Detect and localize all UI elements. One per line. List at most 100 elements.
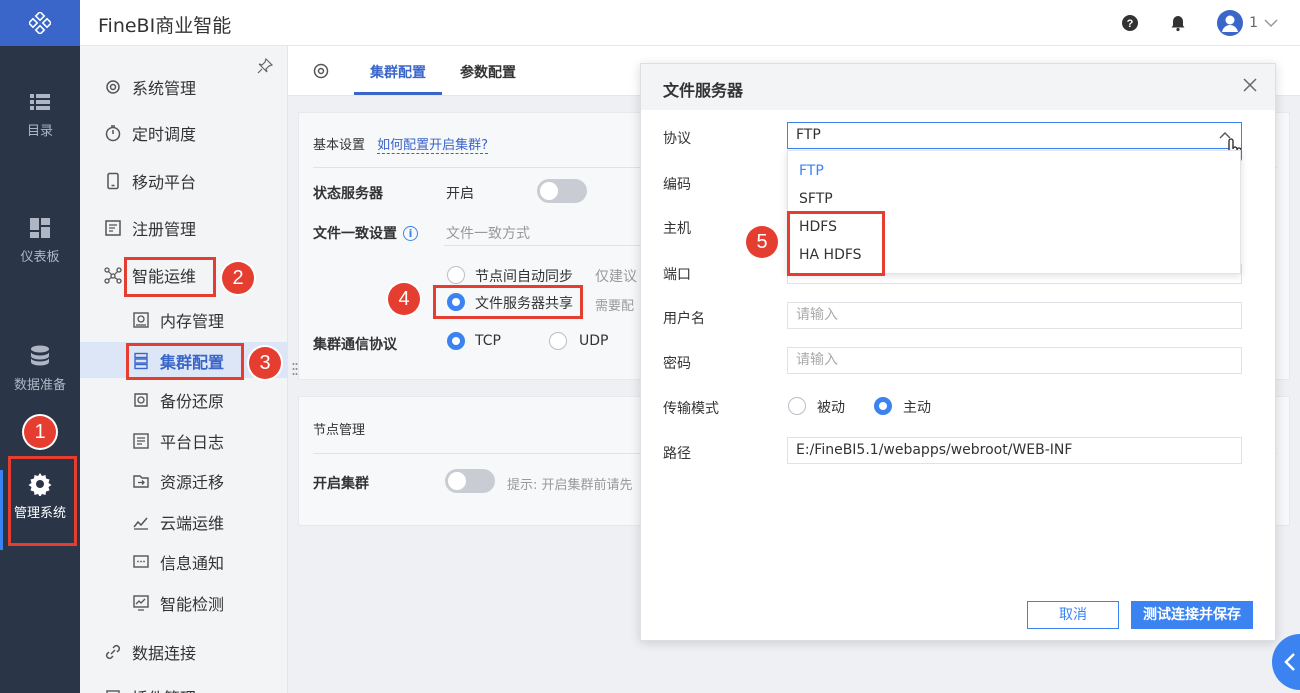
menu-item-backup[interactable]: 备份还原 [132, 385, 224, 415]
annotation-box-file-server [433, 285, 583, 319]
svg-text:?: ? [1127, 18, 1134, 30]
menu-item-schedule[interactable]: 定时调度 [104, 118, 196, 148]
enable-cluster-hint: 提示: 开启集群前请先 [507, 478, 633, 493]
annotation-marker-5: 5 [746, 226, 778, 258]
status-server-value: 开启 [446, 186, 474, 202]
annotation-marker-2: 2 [222, 262, 254, 294]
password-field-label: 密码 [663, 356, 691, 372]
rail-item-catalog[interactable]: 目录 [0, 90, 80, 139]
user-count: 1 [1249, 15, 1258, 31]
file-server-note: 需要配 [595, 299, 635, 314]
menu-item-cloud-ops[interactable]: 云端运维 [132, 507, 224, 537]
menu-item-label: 资源迁移 [160, 473, 225, 492]
drag-handle-icon[interactable] [292, 362, 298, 376]
path-input[interactable]: E:/FineBI5.1/webapps/webroot/WEB-INF [787, 437, 1242, 464]
username-input[interactable]: 请输入 [787, 302, 1242, 329]
menu-item-data-connection[interactable]: 数据连接 [104, 637, 196, 667]
test-and-save-button[interactable]: 测试连接并保存 [1131, 601, 1253, 629]
annotation-box-smart-ops [124, 257, 216, 297]
cancel-button[interactable]: 取消 [1027, 601, 1119, 629]
annotation-marker-4: 4 [388, 283, 420, 315]
rail-item-label: 数据准备 [13, 378, 66, 393]
rail-item-dashboard[interactable]: 仪表板 [0, 216, 80, 265]
menu-item-notify[interactable]: 信息通知 [132, 547, 224, 577]
help-link[interactable]: 如何配置开启集群? [377, 138, 489, 154]
password-input[interactable]: 请输入 [787, 347, 1242, 374]
path-field-label: 路径 [663, 446, 691, 462]
active-label: 主动 [903, 400, 931, 416]
protocol-option-ftp[interactable]: FTP [799, 163, 824, 179]
port-field-label: 端口 [663, 267, 691, 283]
udp-radio[interactable] [549, 332, 567, 350]
mode-underline [444, 245, 644, 246]
menu-item-migrate[interactable]: 资源迁移 [132, 466, 224, 496]
protocol-select-value: FTP [796, 127, 821, 143]
menu-item-label: 云端运维 [160, 514, 225, 533]
tcp-label: TCP [475, 333, 501, 349]
menu-item-system[interactable]: 系统管理 [104, 72, 196, 102]
basic-settings-heading: 基本设置 [313, 138, 366, 153]
menu-item-logs[interactable]: 平台日志 [132, 426, 224, 456]
settings-icon[interactable] [312, 62, 330, 80]
transfer-mode-label: 传输模式 [663, 401, 719, 417]
protocol-option-sftp[interactable]: SFTP [799, 191, 833, 207]
node-management-heading: 节点管理 [313, 423, 366, 438]
tab-parameter-config[interactable]: 参数配置 [460, 62, 516, 82]
top-icons: ? 1 [1121, 10, 1278, 36]
auto-sync-radio[interactable] [447, 266, 465, 284]
user-menu[interactable]: 1 [1217, 10, 1278, 36]
tab-cluster-config[interactable]: 集群配置 [370, 62, 426, 82]
link-icon [105, 644, 121, 660]
close-icon[interactable] [1243, 78, 1257, 92]
menu-item-label: 注册管理 [132, 220, 197, 239]
bell-icon[interactable] [1169, 14, 1187, 32]
register-icon [105, 220, 121, 236]
backup-icon [134, 393, 148, 407]
log-icon [133, 433, 149, 449]
protocol-select[interactable]: FTP [787, 122, 1242, 149]
dashboard-icon [30, 218, 50, 238]
enable-cluster-toggle[interactable] [445, 469, 495, 493]
udp-label: UDP [579, 333, 609, 349]
tcp-radio[interactable] [447, 332, 465, 350]
database-icon [31, 345, 49, 366]
network-icon [104, 267, 122, 284]
menu-item-label: 信息通知 [160, 554, 225, 573]
rail-item-data-prep[interactable]: 数据准备 [0, 344, 80, 393]
enable-cluster-label: 开启集群 [313, 476, 369, 492]
menu-item-label: 系统管理 [132, 79, 197, 98]
encoding-field-label: 编码 [663, 177, 691, 193]
info-icon[interactable]: i [403, 226, 418, 241]
rail-item-label: 目录 [26, 124, 53, 139]
annotation-box-cluster [126, 343, 244, 380]
message-icon [133, 555, 149, 568]
annotation-box-hdfs [787, 211, 885, 276]
menu-item-label: 智能检测 [160, 595, 225, 614]
menu-item-mobile[interactable]: 移动平台 [104, 166, 196, 196]
pin-icon[interactable] [257, 58, 273, 74]
help-icon[interactable]: ? [1121, 14, 1139, 32]
menu-item-detect[interactable]: 智能检测 [132, 588, 224, 618]
protocol-field-label: 协议 [663, 131, 691, 147]
left-rail: 目录 仪表板 数据准备 管理系统 [0, 0, 80, 693]
active-radio[interactable] [874, 397, 892, 415]
menu-item-label: 插件管理 [132, 685, 196, 693]
dialog-header: 文件服务器 [641, 64, 1275, 110]
annotation-box-admin [8, 456, 77, 546]
status-server-toggle[interactable] [537, 179, 587, 203]
monitor-icon [133, 595, 149, 611]
protocol-label: 集群通信协议 [313, 337, 397, 353]
plugin-icon [106, 690, 120, 693]
passive-radio[interactable] [788, 397, 806, 415]
username-field-label: 用户名 [663, 311, 705, 327]
app-logo[interactable] [0, 0, 80, 46]
rail-item-label: 仪表板 [20, 250, 60, 265]
gear-icon [106, 80, 120, 94]
menu-item-label: 数据连接 [132, 644, 197, 663]
menu-item-register[interactable]: 注册管理 [104, 213, 196, 243]
memory-icon [133, 312, 149, 328]
host-field-label: 主机 [663, 221, 691, 237]
menu-item-label: 平台日志 [160, 433, 225, 452]
menu-item-memory[interactable]: 内存管理 [132, 305, 224, 335]
menu-item-plugins[interactable]: 插件管理 [104, 682, 196, 693]
